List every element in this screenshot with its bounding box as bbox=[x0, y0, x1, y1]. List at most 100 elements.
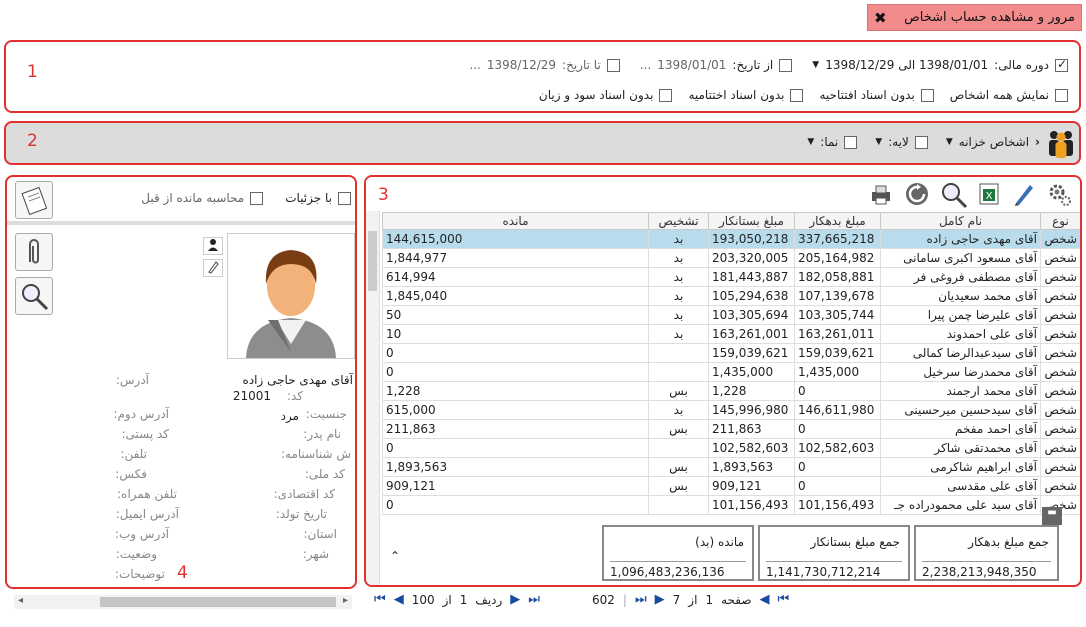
fiscal-period-dropdown-icon[interactable]: ▼ bbox=[812, 60, 819, 70]
chevron-up-icon[interactable]: ⌃ bbox=[390, 549, 400, 563]
row-first-icon[interactable]: ⏮ bbox=[374, 592, 386, 607]
window-title-tab[interactable]: مرور و مشاهده حساب اشخاص ✖ bbox=[867, 4, 1082, 31]
layer-dropdown-icon[interactable]: ▼ bbox=[875, 137, 882, 147]
layer-checkbox[interactable] bbox=[914, 135, 928, 149]
column-header[interactable]: نام کامل bbox=[880, 212, 1041, 230]
table-cell: شخص bbox=[1040, 267, 1080, 287]
table-cell: 1,228 bbox=[382, 381, 649, 401]
table-cell: آقای محمدرضا سرخیل bbox=[880, 362, 1041, 382]
column-header[interactable]: تشخیص bbox=[648, 212, 709, 230]
table-cell: 103,305,694 bbox=[708, 305, 795, 325]
close-icon[interactable]: ✖ bbox=[874, 9, 887, 27]
row-number[interactable]: 1 bbox=[460, 593, 468, 607]
record-count: 602 bbox=[592, 592, 615, 607]
table-row[interactable]: شخص آقای سید علی محمودراده جـ 101,156,493 1… bbox=[382, 495, 1080, 515]
view-dropdown-icon[interactable]: ▼ bbox=[807, 137, 814, 147]
table-cell: 0 bbox=[382, 438, 649, 458]
fiscal-period-checkbox[interactable] bbox=[1055, 57, 1068, 72]
table-cell: آقای علی احمدوند bbox=[880, 324, 1041, 344]
table-cell: آقای سیدعبدالرضا کمالی bbox=[880, 343, 1041, 363]
filter-panel bbox=[4, 40, 1081, 113]
grid-vertical-scrollbar[interactable] bbox=[366, 211, 380, 585]
column-header[interactable]: نوع bbox=[1040, 212, 1080, 230]
table-row[interactable]: شخص آقای محمد سعیدیان 107,139,678 105,294,6… bbox=[382, 286, 1080, 306]
details-scroll-thumb[interactable] bbox=[100, 597, 336, 607]
table-cell: 0 bbox=[382, 362, 649, 382]
view-checkbox[interactable] bbox=[844, 135, 858, 149]
table-row[interactable]: شخص آقای محمدرضا سرخیل 1,435,000 1,435,000 0 bbox=[382, 362, 1080, 382]
table-row[interactable]: شخص آقای سیدعبدالرضا کمالی 159,039,621 159,… bbox=[382, 343, 1080, 363]
people-selector[interactable]: اشخاص خزانه bbox=[959, 135, 1029, 149]
page-number[interactable]: 1 bbox=[705, 593, 713, 607]
table-row[interactable]: شخص آقای مهدی حاجی زاده 337,665,218 193,050… bbox=[382, 229, 1080, 249]
to-date-value[interactable]: 1398/12/29 bbox=[487, 58, 556, 72]
show-all-label: نمایش همه اشخاص bbox=[949, 88, 1049, 102]
table-row[interactable]: شخص آقای علیرضا چمن پیرا 103,305,744 103,30… bbox=[382, 305, 1080, 325]
table-row[interactable]: شخص آقای احمد مفخم 0 211,863 بس 211,863 bbox=[382, 419, 1080, 439]
edit-photo-icon[interactable] bbox=[203, 259, 223, 277]
scroll-left-icon[interactable]: ◂ bbox=[18, 595, 23, 606]
first-page-icon[interactable]: ⏮ bbox=[778, 592, 790, 607]
person-photo bbox=[227, 233, 355, 359]
father-label: نام پدر: bbox=[303, 427, 341, 441]
table-cell: بس bbox=[648, 457, 709, 477]
people-dropdown-icon[interactable]: ▼ bbox=[946, 137, 953, 147]
table-cell: بد bbox=[648, 324, 709, 344]
credit-sum-title: جمع مبلغ بستانکار bbox=[810, 535, 900, 549]
table-row[interactable]: شخص آقای ابراهیم شاکرمی 0 1,893,563 بس 1,893,… bbox=[382, 457, 1080, 477]
collapse-sum-button[interactable]: ▬ bbox=[1042, 507, 1062, 525]
settings-gear-icon[interactable] bbox=[1046, 181, 1072, 212]
from-date-value[interactable]: 1398/01/01 bbox=[657, 58, 726, 72]
refresh-icon[interactable] bbox=[904, 181, 930, 212]
details-search-icon[interactable] bbox=[15, 277, 53, 315]
from-date-checkbox[interactable] bbox=[779, 58, 793, 72]
no-opening-checkbox[interactable] bbox=[920, 88, 934, 102]
document-filter-row: نمایش همه اشخاص بدون اسناد افتتاحیه بدون… bbox=[539, 88, 1068, 102]
table-row[interactable]: شخص آقای علی احمدوند 163,261,011 163,261,00… bbox=[382, 324, 1080, 344]
row-prev-icon[interactable]: ◀ bbox=[394, 592, 404, 607]
table-row[interactable]: شخص آقای مصطفی فروغی فر 182,058,881 181,443… bbox=[382, 267, 1080, 287]
province-label: استان: bbox=[303, 527, 337, 541]
edit-pen-icon[interactable] bbox=[1012, 181, 1036, 212]
table-cell: 181,443,887 bbox=[708, 267, 795, 287]
from-date-picker-button[interactable]: ... bbox=[640, 58, 651, 72]
table-row[interactable]: شخص آقای محمد ارجمند 0 1,228 بس 1,228 bbox=[382, 381, 1080, 401]
person-icon[interactable] bbox=[203, 237, 223, 255]
row-last-icon[interactable]: ⏭ bbox=[528, 592, 540, 607]
table-cell: 0 bbox=[794, 457, 881, 477]
last-page-icon[interactable]: ⏭ bbox=[635, 592, 647, 607]
table-cell: 193,050,218 bbox=[708, 229, 795, 249]
to-date-checkbox[interactable] bbox=[606, 58, 620, 72]
attachment-paperclip-icon[interactable] bbox=[15, 233, 53, 271]
show-all-checkbox[interactable] bbox=[1055, 88, 1068, 102]
print-icon[interactable] bbox=[868, 181, 894, 212]
table-cell: شخص bbox=[1040, 381, 1080, 401]
column-header[interactable]: مبلغ بدهکار bbox=[794, 212, 881, 230]
to-date-picker-button[interactable]: ... bbox=[469, 58, 480, 72]
excel-export-icon[interactable]: X bbox=[978, 181, 1002, 212]
table-cell: 0 bbox=[794, 381, 881, 401]
column-header[interactable]: مانده bbox=[382, 212, 649, 230]
grid-scroll-thumb[interactable] bbox=[368, 231, 377, 291]
no-closing-checkbox[interactable] bbox=[790, 88, 804, 102]
details-horizontal-scrollbar[interactable]: ◂ ▸ bbox=[14, 595, 352, 609]
scroll-right-icon[interactable]: ▸ bbox=[343, 595, 348, 606]
row-next-icon[interactable]: ▶ bbox=[510, 592, 520, 607]
table-cell: بد bbox=[648, 267, 709, 287]
table-cell: بد bbox=[648, 286, 709, 306]
notes-clipboard-icon[interactable] bbox=[15, 181, 53, 219]
search-icon[interactable] bbox=[940, 181, 968, 212]
table-cell: 211,863 bbox=[382, 419, 649, 439]
next-page-icon[interactable]: ▶ bbox=[655, 592, 665, 607]
with-details-checkbox[interactable] bbox=[338, 191, 351, 205]
calc-prev-checkbox[interactable] bbox=[250, 191, 264, 205]
table-row[interactable]: شخص آقای سیدحسین میرحسینی 146,611,980 145,9… bbox=[382, 400, 1080, 420]
column-header[interactable]: مبلغ بستانکار bbox=[708, 212, 795, 230]
table-row[interactable]: شخص آقای مسعود اکبری سامانی 205,164,982 203… bbox=[382, 248, 1080, 268]
prev-page-icon[interactable]: ◀ bbox=[760, 592, 770, 607]
table-row[interactable]: شخص آقای علی مقدسی 0 909,121 بس 909,121 bbox=[382, 476, 1080, 496]
chevron-left-icon[interactable]: ‹ bbox=[1035, 135, 1040, 149]
no-pl-checkbox[interactable] bbox=[659, 88, 673, 102]
window-title: مرور و مشاهده حساب اشخاص bbox=[904, 10, 1075, 25]
table-row[interactable]: شخص آقای محمدتقی شاکر 102,582,603 102,582,6… bbox=[382, 438, 1080, 458]
